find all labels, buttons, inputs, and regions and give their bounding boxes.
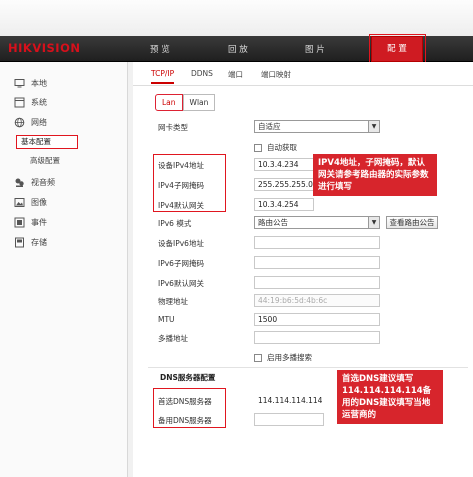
- sidebar-sub-advanced-config[interactable]: 高级配置: [30, 155, 60, 166]
- hikvision-logo: HIKVISION: [8, 41, 81, 55]
- enable-multicast-label: 启用多播搜索: [267, 353, 312, 362]
- ipv6-mask-label: IPv6子网掩码: [158, 259, 204, 268]
- ipv6-address-label: 设备IPv6地址: [158, 239, 204, 248]
- subtab-lan[interactable]: Lan: [155, 94, 183, 111]
- annotation-callout-dns: 首选DNS建议填写114.114.114.114备用的DNS建议填写当地运营商的: [337, 370, 443, 424]
- ipv6-address-field[interactable]: [254, 236, 380, 249]
- tab-tcpip[interactable]: TCP/IP: [151, 69, 175, 84]
- ipv6-gateway-field[interactable]: [254, 276, 380, 289]
- nic-type-select[interactable]: 自适应 ▼: [254, 120, 380, 133]
- annotation-box-dns-fields: [153, 388, 226, 428]
- sidebar-sub-basic-config[interactable]: 基本配置: [16, 135, 78, 149]
- annotation-box-config-nav: [369, 34, 426, 64]
- tab-bar: TCP/IP DDNS 端口 端口映射: [133, 62, 473, 86]
- mac-address-label: 物理地址: [158, 297, 188, 306]
- view-route-advert-button[interactable]: 查看路由公告: [386, 216, 438, 229]
- ipv4-mask-field[interactable]: 255.255.255.0: [254, 178, 314, 191]
- disk-icon: [15, 237, 24, 247]
- sidebar-item-label: 事件: [31, 217, 47, 227]
- window-icon: [14, 97, 25, 107]
- auto-obtain-row[interactable]: 自动获取: [254, 142, 297, 153]
- auto-obtain-label: 自动获取: [267, 143, 297, 152]
- tab-port[interactable]: 端口: [228, 69, 243, 80]
- sidebar-item-event[interactable]: 事件: [14, 215, 47, 229]
- chevron-down-icon: ▼: [368, 121, 379, 132]
- annotation-box-ipv4-fields: [153, 154, 226, 212]
- enable-multicast-row[interactable]: 启用多播搜索: [254, 352, 312, 363]
- enable-multicast-checkbox[interactable]: [254, 353, 262, 362]
- sidebar-item-label: 本地: [31, 78, 47, 88]
- multicast-address-field[interactable]: [254, 331, 380, 344]
- camera-icon: [15, 178, 24, 187]
- annotation-callout-ipv4: IPV4地址，子网掩码，默认网关请参考路由器的实际参数进行填写: [313, 154, 437, 196]
- dns1-field[interactable]: 114.114.114.114: [254, 394, 324, 407]
- top-fade-area: [0, 0, 473, 36]
- mtu-field[interactable]: 1500: [254, 313, 380, 326]
- ipv4-gateway-field[interactable]: 10.3.4.254: [254, 198, 314, 211]
- sidebar-item-video-audio[interactable]: 视音频: [14, 175, 55, 189]
- monitor-icon: [14, 78, 25, 87]
- ipv6-gateway-label: IPv6默认网关: [158, 279, 204, 288]
- ipv6-mode-label: IPv6 模式: [158, 219, 192, 228]
- dns2-field[interactable]: [254, 413, 324, 426]
- sidebar-item-label: 图像: [31, 197, 47, 207]
- sidebar: 本地 系统 网络 基本配置 高级配置 视音频 图像 事件 存储: [0, 62, 128, 477]
- nic-type-label: 网卡类型: [158, 123, 188, 132]
- mtu-label: MTU: [158, 315, 175, 324]
- chevron-down-icon: ▼: [368, 217, 379, 228]
- nic-type-value: 自适应: [258, 122, 281, 131]
- sidebar-item-system[interactable]: 系统: [14, 95, 47, 109]
- nav-preview[interactable]: 预 览: [150, 43, 170, 55]
- tab-port-mapping[interactable]: 端口映射: [261, 69, 291, 80]
- sidebar-item-label: 网络: [31, 117, 47, 127]
- ipv4-address-field[interactable]: 10.3.4.234: [254, 158, 314, 171]
- sidebar-item-network[interactable]: 网络: [14, 115, 47, 129]
- sidebar-item-storage[interactable]: 存储: [14, 235, 47, 249]
- auto-obtain-checkbox[interactable]: [254, 143, 262, 152]
- nav-picture[interactable]: 图 片: [305, 43, 325, 55]
- globe-icon: [14, 117, 25, 127]
- subtab-wlan[interactable]: Wlan: [182, 94, 216, 111]
- mac-address-field: 44:19:b6:5d:4b:6c: [254, 294, 380, 307]
- multicast-address-label: 多播地址: [158, 334, 188, 343]
- ipv6-mode-value: 路由公告: [258, 218, 288, 227]
- sidebar-item-local[interactable]: 本地: [14, 76, 47, 90]
- event-icon: [14, 217, 25, 227]
- sidebar-item-label: 存储: [31, 237, 47, 247]
- sidebar-item-image[interactable]: 图像: [14, 195, 47, 209]
- nav-playback[interactable]: 回 放: [228, 43, 248, 55]
- ipv6-mask-field[interactable]: [254, 256, 380, 269]
- tab-ddns[interactable]: DDNS: [191, 69, 213, 78]
- ipv6-mode-select[interactable]: 路由公告 ▼: [254, 216, 380, 229]
- sidebar-item-label: 系统: [31, 97, 47, 107]
- subtab-bar: Lan Wlan: [155, 94, 216, 111]
- image-icon: [14, 197, 25, 207]
- sidebar-item-label: 视音频: [31, 177, 55, 187]
